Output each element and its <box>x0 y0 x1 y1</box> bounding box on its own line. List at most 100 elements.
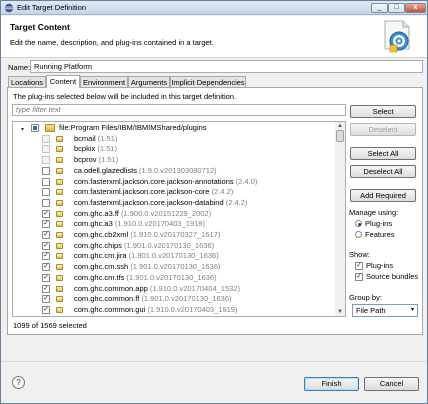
plugin-row[interactable]: ✓ com.ghc.chips (1.901.0.v20170130_1636) <box>13 241 333 252</box>
plugin-row[interactable]: ✓ com.ghc.cm.ssh (1.901.0.v20170130_1636) <box>13 262 333 273</box>
plugin-label: com.ghc.common.ff (1.901.0.v20170130_163… <box>74 294 231 304</box>
filter-input[interactable]: type filter text <box>12 104 346 116</box>
plugin-row[interactable]: com.fasterxml.jackson.core.jackson-core … <box>13 187 333 198</box>
plugins-tree[interactable]: ▾ file:Program Files/IBM/IBMIMShared/plu… <box>12 121 346 317</box>
plugin-icon <box>56 135 63 142</box>
plugin-row[interactable]: bcprov (1.51) <box>13 155 333 166</box>
plugin-version: (1.900.0.v20151229_2002) <box>120 208 212 218</box>
minimize-button[interactable]: _ <box>371 3 388 13</box>
plugin-row[interactable]: ✓ com.ghc.a3.ff (1.900.0.v20151229_2002) <box>13 209 333 220</box>
manage-plugins-radio[interactable] <box>355 220 362 227</box>
plugin-name: com.fasterxml.jackson.core.jackson-annot… <box>74 176 234 186</box>
show-plugins-checkbox[interactable]: ✓ <box>355 262 363 270</box>
plugin-icon <box>56 210 63 217</box>
show-source-bundles-checkbox[interactable]: ✓ <box>355 273 363 281</box>
help-icon[interactable]: ? <box>12 376 25 389</box>
plugin-row[interactable]: ✓ com.ghc.common.gui (1.910.0.v20170403_1… <box>13 305 333 316</box>
plugin-label: com.ghc.chips (1.901.0.v20170130_1636) <box>74 241 214 251</box>
scroll-down-arrow-icon[interactable]: ▼ <box>335 308 345 317</box>
plugin-row[interactable]: bcmail (1.51) <box>13 134 333 145</box>
tree-scrollbar[interactable]: ▲ ▼ <box>335 121 346 317</box>
plugin-row[interactable]: ✓ com.ghc.cm.jira (1.901.0.v20170130_1636… <box>13 251 333 262</box>
plugin-label: com.ghc.common.gui (1.910.0.v20170403_19… <box>74 305 237 315</box>
plugin-row[interactable]: bcpkix (1.51) <box>13 144 333 155</box>
deselect-button[interactable]: Deselect <box>350 123 416 136</box>
close-window-button[interactable]: x <box>405 3 426 13</box>
edit-target-definition-dialog: Edit Target Definition _ □ x Target Cont… <box>0 0 428 404</box>
plugin-checkbox[interactable] <box>42 166 50 175</box>
manage-features-radio[interactable] <box>355 231 362 238</box>
plugin-checkbox[interactable] <box>42 198 50 207</box>
plugin-name: com.ghc.cm.ssh <box>74 262 129 272</box>
plugin-checkbox[interactable] <box>42 134 50 143</box>
plugin-label: com.ghc.cb2xml (1.910.0.v20170327_1617) <box>74 230 220 240</box>
show-plugins-label[interactable]: Plug-ins <box>366 261 393 270</box>
plugin-label: com.ghc.common.app (1.910.0.v20170404_15… <box>74 284 240 294</box>
plugin-version: (1.910.0.v20170403_1919) <box>147 304 238 314</box>
tab-content[interactable]: Content <box>46 75 80 88</box>
plugin-icon <box>56 274 63 281</box>
cancel-button[interactable]: Cancel <box>364 377 419 391</box>
plugin-icon <box>56 285 63 292</box>
manage-features-label[interactable]: Features <box>365 230 395 239</box>
manage-plugins-label[interactable]: Plug-ins <box>365 219 392 228</box>
dialog-header: Target Content Edit the name, descriptio… <box>1 16 427 58</box>
group-by-value: File Path <box>356 306 386 315</box>
plugin-checkbox[interactable]: ✓ <box>42 209 50 218</box>
plugin-icon <box>56 189 63 196</box>
plugin-checkbox[interactable]: ✓ <box>42 241 50 250</box>
plugin-name: ca.odell.glazedlists <box>74 165 137 175</box>
plugin-name: com.ghc.common.gui <box>74 304 146 314</box>
plugin-row[interactable]: ✓ com.ghc.cm.tfs (1.901.0.v20170130_1636) <box>13 273 333 284</box>
plugin-name: com.fasterxml.jackson.core.jackson-datab… <box>74 197 224 207</box>
deselect-all-button[interactable]: Deselect All <box>350 165 416 178</box>
title-bar[interactable]: Edit Target Definition _ □ x <box>1 1 427 15</box>
plugin-name: com.ghc.a3 <box>74 219 113 229</box>
plugin-checkbox[interactable]: ✓ <box>42 252 50 261</box>
plugin-version: (1.910.0.v20170327_1617) <box>130 230 221 239</box>
add-required-button[interactable]: Add Required <box>350 189 416 202</box>
plugin-version: (2.4.2) <box>225 197 248 207</box>
plugin-checkbox[interactable] <box>42 188 50 197</box>
maximize-button[interactable]: □ <box>388 3 405 13</box>
selected-count-label: 1099 of 1569 selected <box>13 321 87 330</box>
plugin-checkbox[interactable]: ✓ <box>42 220 50 229</box>
plugin-row[interactable]: ✓ com.ghc.common.app (1.910.0.v20170404_1… <box>13 284 333 295</box>
finish-button[interactable]: Finish <box>304 377 359 391</box>
plugin-checkbox[interactable]: ✓ <box>42 231 50 239</box>
plugin-checkbox[interactable]: ✓ <box>42 284 50 293</box>
plugin-row[interactable]: ca.odell.glazedlists (1.9.0.v20130308071… <box>13 166 333 177</box>
plugin-name: com.ghc.cb2xml <box>74 230 129 239</box>
name-input[interactable]: Running Platform <box>30 60 423 73</box>
plugin-checkbox[interactable] <box>42 156 50 165</box>
group-by-select[interactable]: File Path ▾ <box>352 304 418 317</box>
plugin-checkbox[interactable]: ✓ <box>42 305 50 314</box>
plugin-row[interactable]: com.fasterxml.jackson.core.jackson-annot… <box>13 177 333 188</box>
plugin-checkbox[interactable]: ✓ <box>42 263 50 272</box>
plugin-checkbox[interactable]: ✓ <box>42 295 50 304</box>
root-checkbox[interactable] <box>31 124 39 132</box>
plugin-checkbox[interactable]: ✓ <box>42 273 50 282</box>
plugin-version: (2.4.0) <box>235 176 258 186</box>
plugin-row[interactable]: com.fasterxml.jackson.core.jackson-datab… <box>13 198 333 209</box>
plugin-row[interactable]: ✓ com.ghc.cb2xml (1.910.0.v20170327_1617) <box>13 230 333 241</box>
plugin-name: com.ghc.a3.ff <box>74 208 119 218</box>
plugin-icon <box>56 296 63 303</box>
window-title: Edit Target Definition <box>17 3 87 12</box>
name-label: Name: <box>8 63 31 72</box>
show-source-bundles-label[interactable]: Source bundles <box>366 272 418 281</box>
target-definition-icon <box>384 20 410 53</box>
plugin-checkbox[interactable] <box>42 177 50 186</box>
plugin-row[interactable]: ✓ com.ghc.common.ff (1.901.0.v20170130_16… <box>13 294 333 305</box>
plugin-name: com.ghc.common.ff <box>74 294 140 304</box>
footer-separator <box>1 361 427 362</box>
plugin-row[interactable]: ✓ com.ghc.a3 (1.910.0.v20170403_1919) <box>13 219 333 230</box>
plugin-checkbox[interactable] <box>42 145 50 154</box>
tree-root-row[interactable]: ▾ file:Program Files/IBM/IBMIMShared/plu… <box>13 123 333 134</box>
plugin-version: (2.4.2) <box>211 187 234 197</box>
plugin-label: com.ghc.cm.jira (1.901.0.v20170130_1636) <box>74 251 219 261</box>
scrollbar-thumb[interactable] <box>336 130 344 142</box>
select-button[interactable]: Select <box>350 105 416 118</box>
plugin-label: com.ghc.a3 (1.910.0.v20170403_1919) <box>74 219 205 229</box>
select-all-button[interactable]: Select All <box>350 147 416 160</box>
